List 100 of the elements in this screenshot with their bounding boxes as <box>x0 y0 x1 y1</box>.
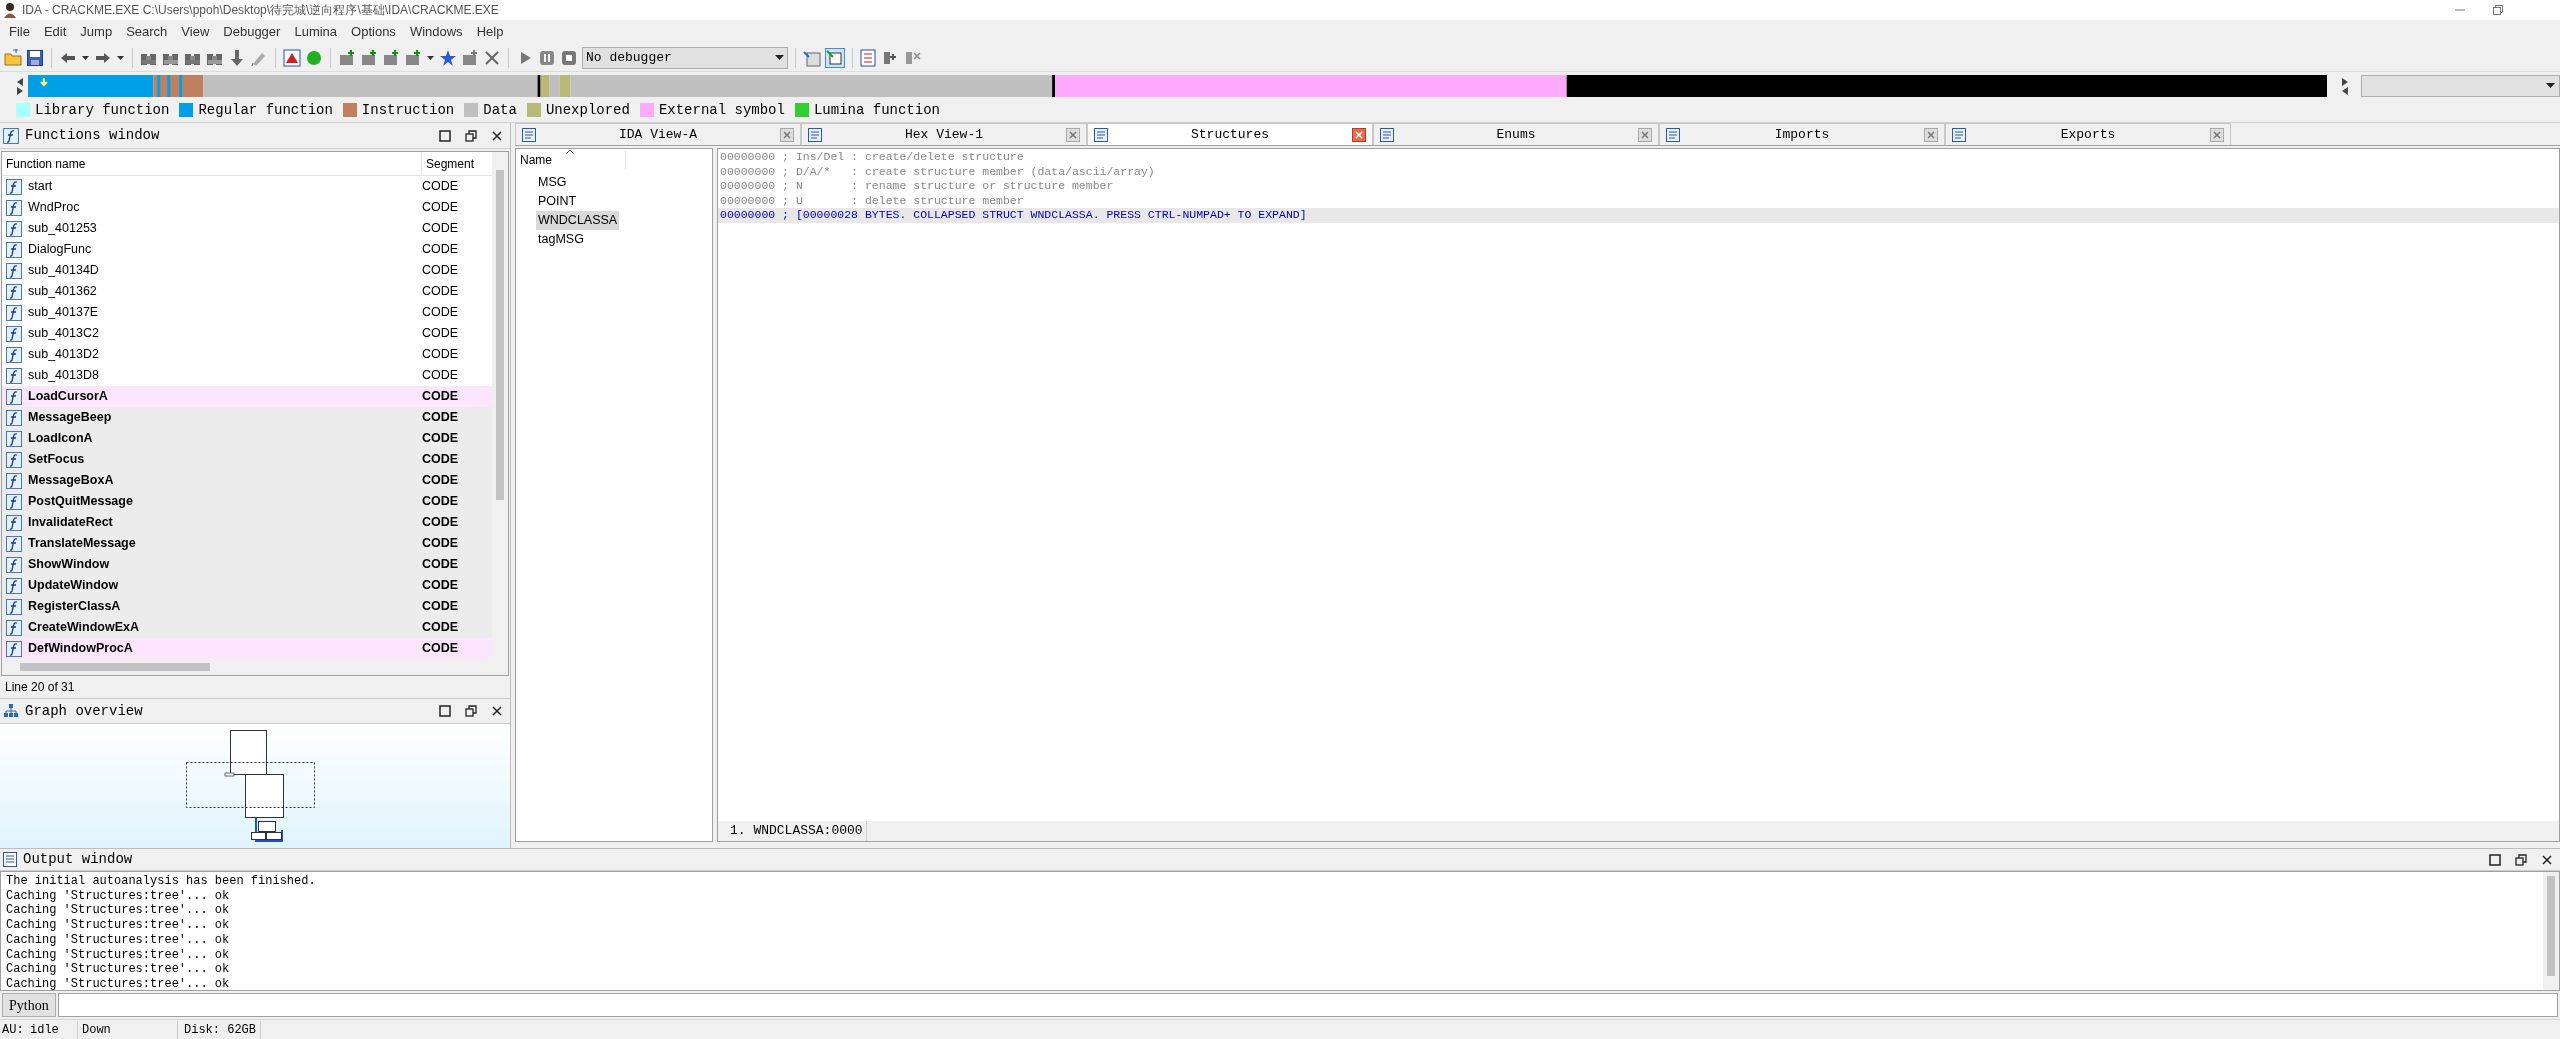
tab[interactable]: Hex View-1 <box>801 123 1087 145</box>
function-row[interactable]: UpdateWindow CODE <box>2 575 492 596</box>
function-icon <box>6 346 22 363</box>
output-line: The initial autoanalysis has been finished. <box>6 874 317 889</box>
column-header[interactable]: Function name <box>2 152 422 175</box>
close-icon[interactable] <box>2541 853 2553 866</box>
save-icon[interactable] <box>26 48 44 67</box>
menu-item[interactable]: Lumina <box>287 22 345 42</box>
output-line: Caching 'Structures:tree'... ok <box>6 962 231 977</box>
tab[interactable]: Enums <box>1373 123 1659 145</box>
menu-item[interactable]: Jump <box>73 22 120 42</box>
function-row[interactable]: ShowWindow CODE <box>2 554 492 575</box>
circle-icon[interactable] <box>305 48 323 67</box>
function-row[interactable]: CreateWindowExA CODE <box>2 617 492 638</box>
function-row[interactable]: RegisterClassA CODE <box>2 596 492 617</box>
caret-icon <box>2546 83 2555 89</box>
maximize-icon[interactable] <box>439 129 451 142</box>
panel-title: Graph overview <box>25 701 143 721</box>
tab-icon <box>1952 127 1966 142</box>
tab-icon <box>1380 127 1394 142</box>
location-indicator: 1. WNDCLASSA:0000 <box>718 821 867 841</box>
tab[interactable]: Imports <box>1659 123 1945 145</box>
function-icon <box>6 598 22 615</box>
function-icon <box>6 367 22 384</box>
navigation-band[interactable] <box>27 75 2327 97</box>
function-icon <box>6 535 22 552</box>
function-row[interactable]: TranslateMessage CODE <box>2 533 492 554</box>
block-plus-icon[interactable] <box>338 48 356 67</box>
star-icon[interactable] <box>439 48 457 67</box>
close-icon[interactable] <box>491 705 503 717</box>
tab-icon <box>808 127 822 142</box>
function-icon <box>6 283 22 300</box>
legend-label: Data <box>483 100 517 120</box>
code-line: 00000000 ; N : rename structure or structure member <box>719 179 1115 194</box>
command-input[interactable] <box>57 993 2558 1017</box>
menu-item[interactable]: File <box>2 22 37 42</box>
output-line: Caching 'Structures:tree'... ok <box>6 888 231 904</box>
function-row[interactable]: MessageBeep CODE <box>2 407 492 428</box>
maximize-icon[interactable] <box>439 705 451 717</box>
function-row[interactable]: LoadIconA CODE <box>2 428 492 449</box>
vertical-scrollbar[interactable] <box>492 152 508 659</box>
menu-item[interactable]: Help <box>469 22 511 42</box>
restore-icon[interactable] <box>465 705 477 717</box>
function-icon <box>6 199 22 216</box>
function-row[interactable]: DefWindowProcA CODE <box>2 638 492 659</box>
stop-icon[interactable] <box>560 48 578 67</box>
block-plus-icon[interactable] <box>404 48 422 67</box>
function-icon <box>6 304 22 321</box>
function-icon <box>6 430 22 447</box>
legend-label: Instruction <box>361 100 455 120</box>
tab[interactable]: IDA View-A <box>515 123 801 145</box>
tree-item[interactable]: POINT <box>536 192 579 211</box>
pause-icon[interactable] <box>538 48 556 67</box>
block-plus-icon[interactable] <box>360 48 378 67</box>
function-icon <box>6 514 22 531</box>
tab-icon <box>522 127 536 142</box>
python-button[interactable]: Python <box>2 993 56 1017</box>
function-icon <box>6 577 22 594</box>
restore-icon[interactable] <box>2515 853 2527 866</box>
legend-label: Unexplored <box>545 100 630 120</box>
tree-item[interactable]: MSG <box>536 173 569 192</box>
debugger-dropdown[interactable]: No debugger <box>582 46 788 69</box>
warning-icon[interactable] <box>283 48 301 67</box>
tab[interactable]: Exports <box>1945 123 2231 145</box>
menu-item[interactable]: Windows <box>402 22 470 42</box>
function-row[interactable]: PostQuitMessage CODE <box>2 491 492 512</box>
status-text: Disk: 62GB <box>178 1020 261 1039</box>
block-plus-icon[interactable] <box>382 48 400 67</box>
tab[interactable]: Structures <box>1087 123 1373 145</box>
cross-icon[interactable] <box>483 48 501 67</box>
tree-item[interactable]: tagMSG <box>536 230 586 249</box>
horizontal-scrollbar[interactable] <box>2 659 508 675</box>
caret-icon <box>775 54 784 61</box>
menu-item[interactable]: View <box>174 22 217 42</box>
app-icon <box>2 2 18 18</box>
menu-item[interactable]: Options <box>344 22 403 42</box>
tree-item[interactable]: WNDCLASSA <box>536 211 620 230</box>
restore-icon[interactable] <box>465 129 477 142</box>
nav-arrows-icon[interactable] <box>14 76 26 96</box>
function-row[interactable]: MessageBoxA CODE <box>2 470 492 491</box>
status-text: Down <box>78 1020 178 1039</box>
menu-item[interactable]: Debugger <box>216 22 288 42</box>
function-row[interactable]: InvalidateRect CODE <box>2 512 492 533</box>
output-line: Caching 'Structures:tree'... ok <box>6 976 231 992</box>
output-line: Caching 'Structures:tree'... ok <box>6 918 231 933</box>
column-header[interactable]: Name <box>516 151 626 169</box>
panel-title: Functions window <box>25 126 160 145</box>
function-row[interactable]: SetFocus CODE <box>2 449 492 470</box>
function-row[interactable]: LoadCursorA CODE <box>2 386 492 407</box>
close-icon[interactable] <box>491 129 503 142</box>
maximize-icon[interactable] <box>2489 853 2501 866</box>
code-line: 00000000 ; U : delete structure member <box>719 193 1025 208</box>
tab-icon <box>1666 127 1680 142</box>
function-icon <box>6 472 22 489</box>
vertical-scrollbar[interactable] <box>2543 872 2559 990</box>
menu-item[interactable]: Search <box>119 22 175 42</box>
arrow-down-icon[interactable] <box>228 48 246 67</box>
menu-item[interactable]: Edit <box>36 22 74 42</box>
block-plus-icon[interactable] <box>461 48 479 67</box>
column-header[interactable]: Segment <box>422 152 475 175</box>
